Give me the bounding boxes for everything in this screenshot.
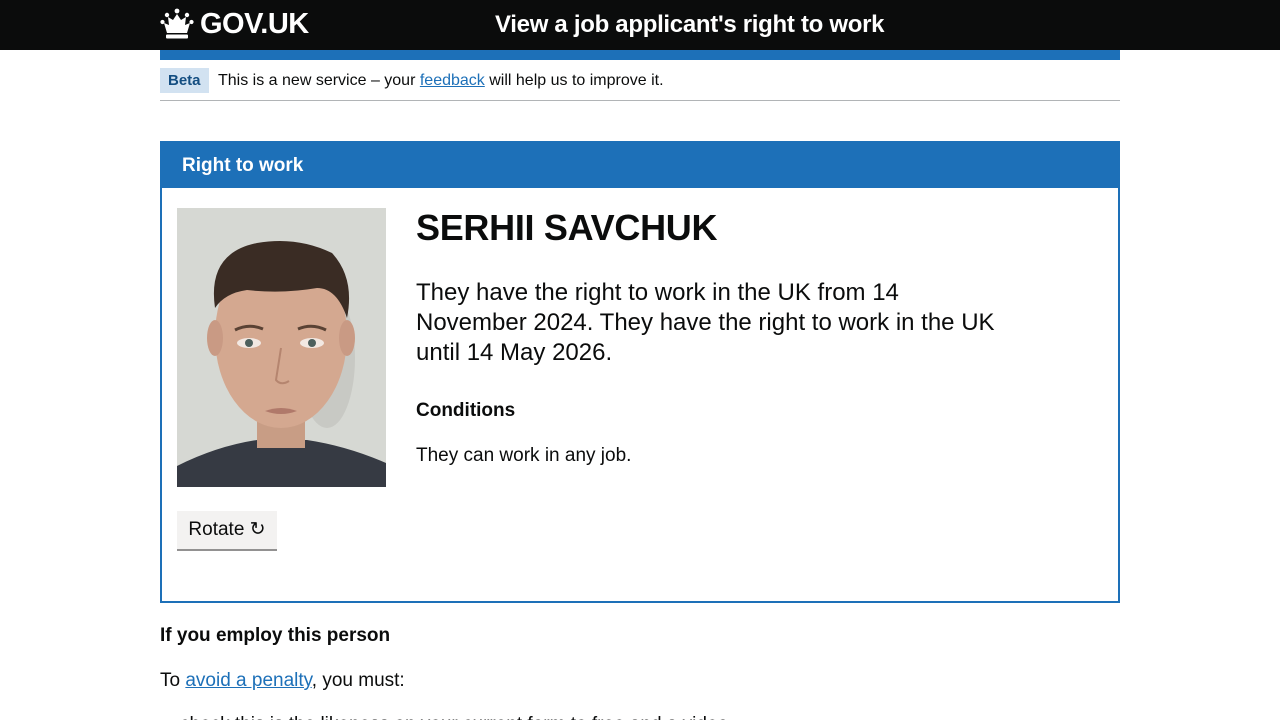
avoid-penalty-link[interactable]: avoid a penalty <box>185 670 311 691</box>
logo-text: GOV.UK <box>200 8 309 40</box>
right-to-work-panel: Right to work Rotate ↻ SERHII SAVCHUK Th… <box>160 141 1120 603</box>
applicant-photo <box>177 208 386 487</box>
conditions-heading: Conditions <box>416 400 516 421</box>
phase-text-before: This is a new service – your <box>218 72 420 89</box>
phase-tag: Beta <box>160 68 209 93</box>
phase-text-after: will help us to improve it. <box>484 72 664 89</box>
feedback-link[interactable]: feedback <box>420 72 485 89</box>
govuk-header: GOV.UK View a job applicant's right to w… <box>0 0 1280 50</box>
partial-list-item: check this is the likeness on your curre… <box>180 712 760 720</box>
person-name: SERHII SAVCHUK <box>416 207 718 248</box>
govuk-logo-link[interactable]: GOV.UK <box>160 6 309 42</box>
right-to-work-status: They have the right to work in the UK fr… <box>416 279 995 366</box>
conditions-text: They can work in any job. <box>416 445 632 466</box>
employ-heading: If you employ this person <box>160 625 391 646</box>
penalty-text-after: , you must: <box>311 670 405 691</box>
header-blue-strip <box>160 50 1120 60</box>
rotate-button[interactable]: Rotate ↻ <box>177 511 277 551</box>
service-name-link[interactable]: View a job applicant's right to work <box>495 10 885 40</box>
penalty-text: To avoid a penalty, you must: <box>160 668 405 693</box>
crown-icon <box>160 8 194 39</box>
penalty-text-before: To <box>160 670 186 691</box>
phase-banner: Beta This is a new service – your feedba… <box>160 68 1120 101</box>
phase-banner-text: This is a new service – your feedback wi… <box>218 70 664 92</box>
panel-title: Right to work <box>162 143 1118 188</box>
